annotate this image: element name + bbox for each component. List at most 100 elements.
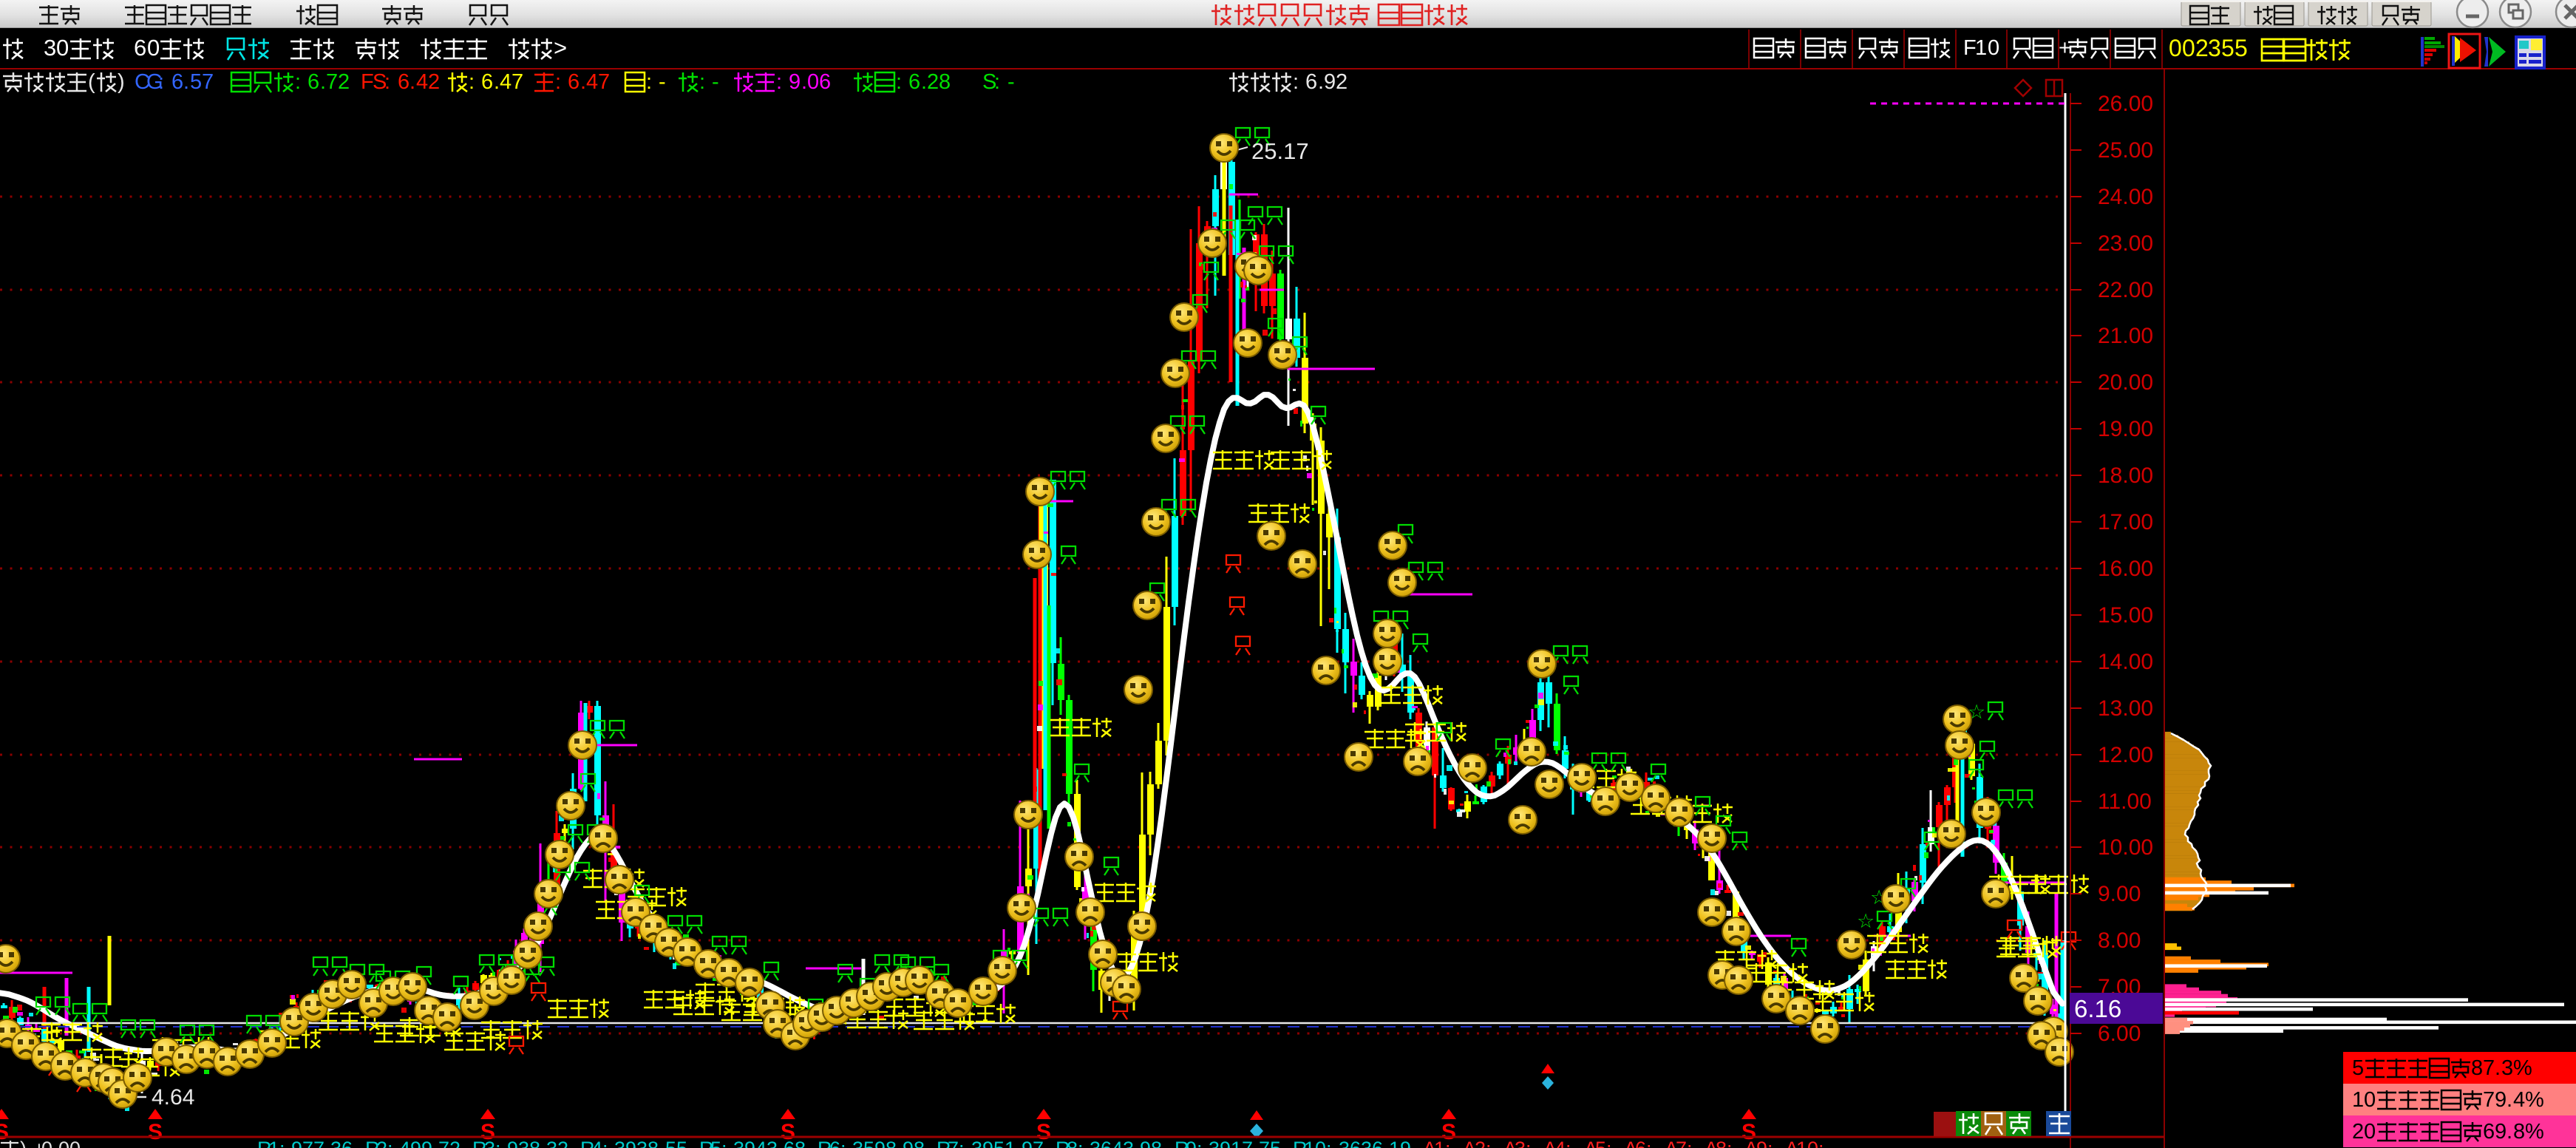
svg-text:+: + (2059, 36, 2071, 60)
svg-text:.: . (801, 70, 807, 94)
svg-text:17.00: 17.00 (2098, 510, 2153, 534)
svg-text:.: . (2507, 1088, 2512, 1112)
svg-text:20.00: 20.00 (2098, 370, 2153, 395)
svg-text:2: 2 (2195, 35, 2209, 61)
svg-text:%: % (2525, 1120, 2544, 1144)
svg-text:7: 7 (2483, 1056, 2495, 1080)
svg-text::: : (646, 70, 652, 94)
svg-text:.: . (921, 70, 927, 94)
svg-text:3: 3 (44, 35, 56, 61)
svg-text::: : (384, 70, 390, 94)
svg-text:22.00: 22.00 (2098, 278, 2153, 302)
svg-text:4: 4 (586, 70, 598, 94)
svg-text:1: 1 (1975, 36, 1987, 60)
svg-text:6: 6 (398, 70, 409, 94)
svg-text:>: > (554, 35, 567, 61)
svg-text:.: . (1318, 70, 1324, 94)
svg-text:0: 0 (2182, 35, 2195, 61)
svg-text:3: 3 (2501, 1056, 2513, 1080)
svg-text:15.00: 15.00 (2098, 603, 2153, 628)
svg-text:9: 9 (789, 70, 801, 94)
svg-text:0: 0 (1988, 36, 1999, 60)
svg-text:.: . (409, 70, 415, 94)
svg-text:1: 1 (2352, 1088, 2364, 1112)
svg-text::: : (469, 70, 475, 94)
svg-text:4: 4 (416, 70, 428, 94)
svg-text:7: 7 (598, 70, 610, 94)
svg-text:6: 6 (568, 70, 580, 94)
svg-text:5: 5 (2352, 1056, 2364, 1080)
svg-text:4.64: 4.64 (152, 1085, 194, 1110)
svg-text:8: 8 (2513, 1120, 2525, 1144)
svg-text:6: 6 (307, 70, 319, 94)
svg-text:-: - (1007, 70, 1015, 94)
svg-text:2: 2 (338, 70, 350, 94)
svg-text:2: 2 (927, 70, 939, 94)
svg-text:.: . (2507, 1120, 2512, 1144)
svg-text:18.00: 18.00 (2098, 463, 2153, 488)
svg-text::: : (1293, 70, 1299, 94)
svg-text::: : (555, 70, 561, 94)
svg-text:S: S (1036, 1120, 1051, 1144)
svg-text:0: 0 (2364, 1088, 2376, 1112)
svg-text:S: S (1441, 1120, 1456, 1144)
svg-text:25.17: 25.17 (1251, 138, 1309, 164)
svg-text::: : (699, 70, 705, 94)
svg-text:S: S (480, 1120, 495, 1144)
svg-text:7: 7 (326, 70, 338, 94)
svg-text:6.00: 6.00 (2098, 1022, 2141, 1046)
svg-text:0: 0 (56, 35, 69, 61)
svg-text:S: S (1741, 1120, 1756, 1144)
svg-text:2: 2 (428, 70, 440, 94)
svg-text:6: 6 (134, 35, 146, 61)
svg-text:10.00: 10.00 (2098, 835, 2153, 860)
svg-text:9: 9 (1324, 70, 1336, 94)
svg-text:14.00: 14.00 (2098, 650, 2153, 674)
svg-text:.: . (580, 70, 586, 94)
svg-text:0: 0 (2169, 35, 2182, 61)
svg-text:7: 7 (512, 70, 523, 94)
svg-text:8.00: 8.00 (2098, 928, 2141, 953)
svg-text:6: 6 (819, 70, 831, 94)
svg-text:8: 8 (939, 70, 951, 94)
svg-text:S: S (148, 1120, 163, 1144)
svg-text:11.00: 11.00 (2098, 789, 2152, 814)
svg-text:5: 5 (2221, 35, 2235, 61)
svg-text::: : (776, 70, 782, 94)
svg-text:☆: ☆ (1857, 910, 1875, 932)
svg-text:5: 5 (190, 70, 202, 94)
svg-text:9.00: 9.00 (2098, 882, 2141, 906)
svg-text:.: . (183, 70, 189, 94)
svg-text:0: 0 (2364, 1120, 2376, 1144)
svg-text:-: - (659, 70, 666, 94)
svg-text:2: 2 (2352, 1120, 2364, 1144)
svg-text:6: 6 (2483, 1120, 2495, 1144)
svg-text:3: 3 (2208, 35, 2221, 61)
svg-text:16.00: 16.00 (2098, 557, 2153, 581)
svg-text::: : (994, 70, 1000, 94)
svg-text:4: 4 (2513, 1088, 2525, 1112)
svg-text:23.00: 23.00 (2098, 231, 2153, 256)
svg-text:6: 6 (171, 70, 183, 94)
svg-text:0: 0 (807, 70, 819, 94)
svg-text:9: 9 (2495, 1088, 2507, 1112)
svg-text:0: 0 (147, 35, 160, 61)
svg-text:4: 4 (500, 70, 512, 94)
svg-text:S: S (0, 1120, 9, 1144)
svg-text:13.00: 13.00 (2098, 696, 2153, 721)
svg-text:6: 6 (1305, 70, 1317, 94)
svg-text:7: 7 (2483, 1088, 2495, 1112)
svg-text::: : (295, 70, 301, 94)
svg-text:(: ( (88, 70, 95, 94)
svg-text::: : (896, 70, 902, 94)
svg-text:9: 9 (2495, 1120, 2507, 1144)
svg-text:%: % (2513, 1056, 2532, 1080)
svg-text:24.00: 24.00 (2098, 185, 2153, 209)
svg-text:5: 5 (2235, 35, 2248, 61)
svg-text:7: 7 (202, 70, 214, 94)
svg-text:S: S (781, 1120, 795, 1144)
svg-text:6: 6 (908, 70, 920, 94)
svg-text:.: . (320, 70, 326, 94)
svg-text:12.00: 12.00 (2098, 743, 2153, 767)
svg-text:6.16: 6.16 (2074, 995, 2121, 1022)
